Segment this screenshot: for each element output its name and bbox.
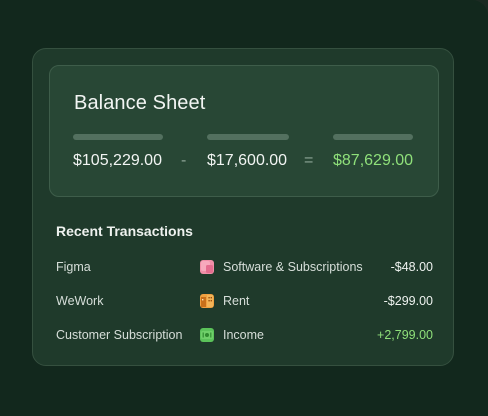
transaction-category: Software & Subscriptions xyxy=(223,260,363,274)
recent-transactions-title: Recent Transactions xyxy=(56,223,193,239)
building-icon xyxy=(200,294,214,308)
equity-amount: $87,629.00 xyxy=(333,152,414,169)
transaction-name: Customer Subscription xyxy=(56,328,183,342)
transaction-row[interactable]: Customer Subscription Income +2,799.00 xyxy=(33,328,455,348)
assets-label-placeholder xyxy=(73,134,163,140)
transaction-amount: -$299.00 xyxy=(383,294,433,308)
balance-sheet-panel: Balance Sheet $105,229.00 - $17,600.00 =… xyxy=(49,65,439,197)
transaction-amount: +2,799.00 xyxy=(377,328,433,342)
assets-amount: $105,229.00 xyxy=(73,152,162,169)
liabilities-amount: $17,600.00 xyxy=(207,152,288,169)
transaction-category: Rent xyxy=(223,294,250,308)
transaction-row[interactable]: WeWork Rent -$299.00 xyxy=(33,294,455,314)
software-icon xyxy=(200,260,214,274)
liabilities-label-placeholder xyxy=(207,134,289,140)
transaction-name: Figma xyxy=(56,260,91,274)
equity-label-placeholder xyxy=(333,134,413,140)
transaction-name: WeWork xyxy=(56,294,104,308)
cash-icon xyxy=(200,328,214,342)
transaction-row[interactable]: Figma Software & Subscriptions -$48.00 xyxy=(33,260,455,280)
transaction-category: Income xyxy=(223,328,264,342)
minus-sign: - xyxy=(181,152,187,169)
equals-sign: = xyxy=(304,152,314,169)
balance-sheet-title: Balance Sheet xyxy=(74,92,206,114)
transaction-amount: -$48.00 xyxy=(390,260,433,274)
finance-card: Balance Sheet $105,229.00 - $17,600.00 =… xyxy=(32,48,454,366)
